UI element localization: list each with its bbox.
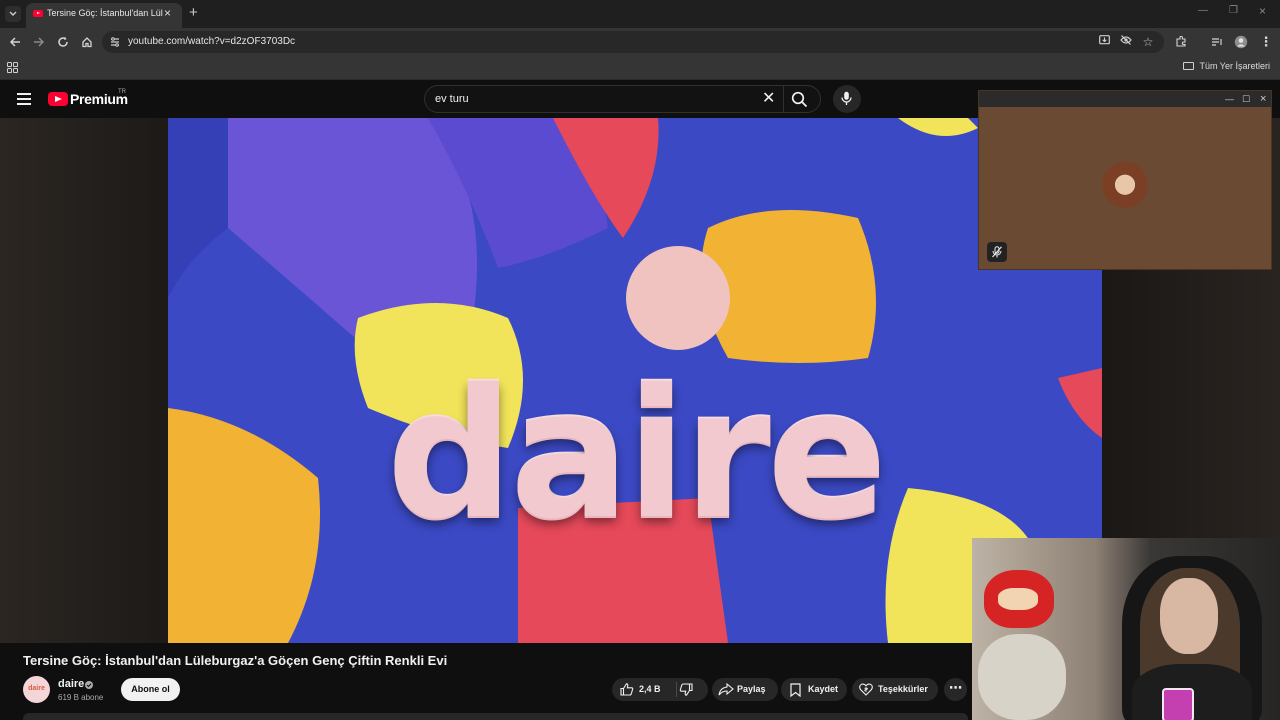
reload-icon[interactable] [54,33,72,51]
save-button[interactable]: Kaydet [781,678,847,701]
tab-title: Tersine Göç: İstanbul'dan Lüleburgaz'a G… [47,8,163,18]
webcam-plush-white [978,634,1066,720]
eye-off-icon[interactable] [1118,34,1134,50]
thumbs-down-icon[interactable] [679,683,693,696]
voice-search-button[interactable] [833,85,861,113]
pip-minimize-icon[interactable]: — [1225,93,1234,105]
search-input[interactable]: ev turu [435,93,469,105]
webcam-person-face [1160,578,1218,654]
close-icon[interactable]: × [164,7,171,19]
clear-search-icon[interactable]: ✕ [762,90,775,108]
search-box[interactable]: ev turu ✕ [424,85,821,113]
youtube-logo-icon[interactable] [48,92,68,106]
pip-close-icon[interactable]: × [1260,93,1266,105]
bookmarks-bar: Tüm Yer İşaretleri [0,56,1280,80]
youtube-favicon-icon [33,10,43,17]
star-icon[interactable]: ☆ [1140,34,1156,50]
kebab-menu-icon[interactable]: ⋮ [1257,33,1275,51]
browser-tab[interactable]: Tersine Göç: İstanbul'dan Lüleburgaz'a G… [26,3,182,28]
new-tab-icon[interactable]: + [189,5,198,20]
subscriber-count: 619 B abone [58,693,104,702]
subscribe-button[interactable]: Abone ol [121,678,180,701]
install-app-icon[interactable] [1096,34,1112,50]
tab-search-icon[interactable] [5,6,21,22]
channel-avatar[interactable]: daire [23,676,50,703]
pip-maximize-icon[interactable]: ☐ [1242,93,1250,105]
video-title: Tersine Göç: İstanbul'dan Lüleburgaz'a G… [23,653,448,668]
tab-strip: Tersine Göç: İstanbul'dan Lüleburgaz'a G… [0,0,1280,28]
pip-titlebar: — ☐ × [979,91,1271,107]
thanks-label: Teşekkürler [878,684,928,694]
hamburger-icon[interactable] [17,93,31,105]
save-label: Kaydet [808,684,839,694]
thanks-button[interactable]: Teşekkürler [852,678,938,701]
media-control-icon[interactable] [1208,33,1226,51]
browser-toolbar: youtube.com/watch?v=d2zOF3703Dc ☆ ⋮ [0,28,1280,56]
channel-name[interactable]: daire [58,678,84,690]
address-bar[interactable]: youtube.com/watch?v=d2zOF3703Dc ☆ [102,31,1164,53]
restore-icon[interactable]: ❐ [1229,6,1238,16]
share-icon [718,683,734,696]
webcam-overlay [972,538,1280,720]
like-divider [676,682,677,697]
apps-grid-icon[interactable] [7,62,18,73]
mute-icon[interactable] [987,242,1007,262]
picture-in-picture-window[interactable]: — ☐ × [978,90,1272,270]
site-info-icon[interactable] [109,36,121,48]
thanks-icon [859,683,873,696]
all-bookmarks-label: Tüm Yer İşaretleri [1199,61,1270,71]
pip-character-image [1102,160,1148,215]
more-actions-button[interactable]: ⋯ [944,678,967,701]
description-box[interactable] [23,713,968,720]
like-count[interactable]: 2,4 B [639,684,661,694]
search-icon[interactable] [791,91,808,108]
minimize-icon[interactable]: — [1198,6,1208,16]
verified-icon [85,681,93,689]
all-bookmarks[interactable]: Tüm Yer İşaretleri [1183,61,1270,71]
search-divider [783,86,784,112]
like-dislike-group: 2,4 B [612,678,708,701]
bookmark-icon [790,683,801,697]
share-label: Paylaş [737,684,766,694]
webcam-cup [1162,688,1194,720]
video-thumbnail[interactable]: daire [168,118,1102,643]
thumbs-up-icon[interactable] [620,683,634,696]
thumbnail-text: daire [386,351,887,558]
share-button[interactable]: Paylaş [712,678,778,701]
avatar-text: daire [28,685,45,692]
home-icon[interactable] [78,33,96,51]
window-close-icon[interactable]: × [1259,5,1266,17]
region-code: TR [118,89,126,95]
profile-icon[interactable] [1232,33,1250,51]
webcam-plush-face [998,588,1038,610]
folder-icon [1183,62,1195,70]
mic-icon [841,91,852,105]
forward-icon[interactable] [30,33,48,51]
url-text: youtube.com/watch?v=d2zOF3703Dc [128,36,296,47]
back-icon[interactable] [6,33,24,51]
extensions-icon[interactable] [1172,33,1190,51]
